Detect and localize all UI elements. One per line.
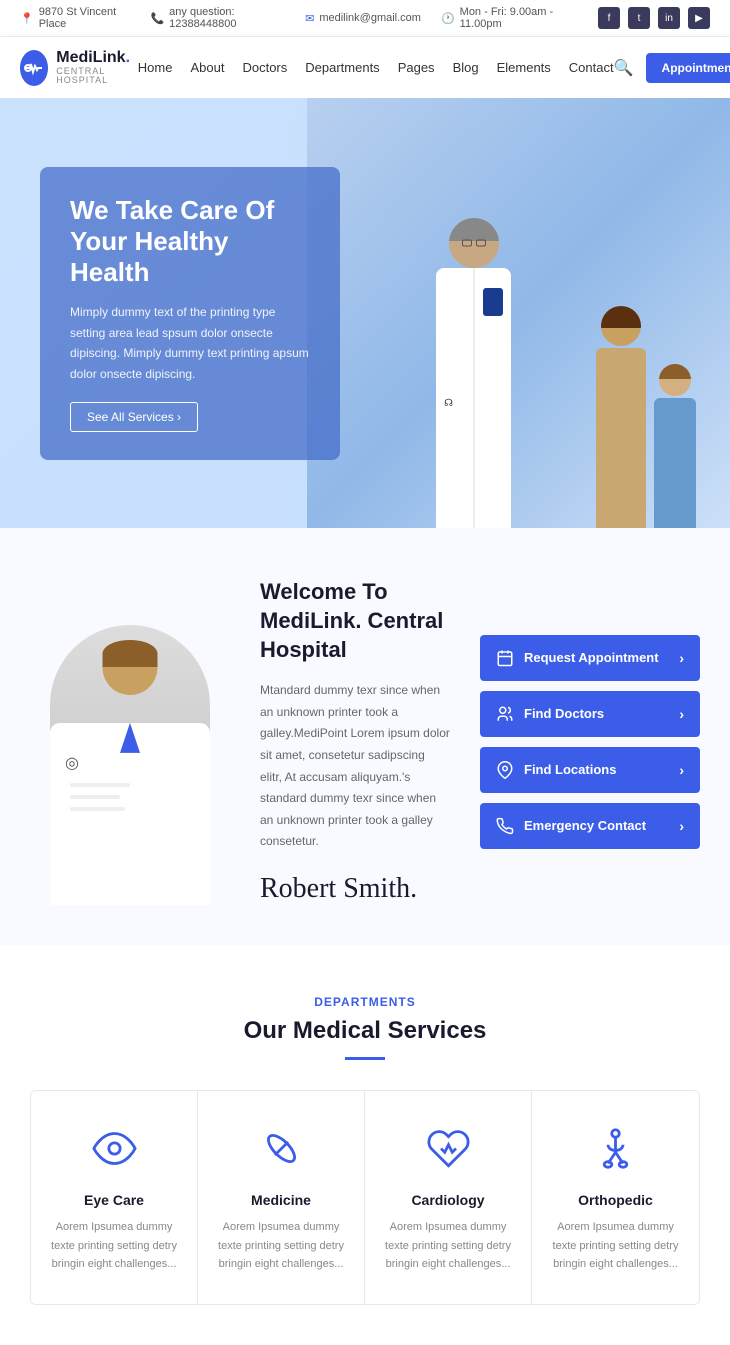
phone-text: any question: 12388448800 (169, 6, 285, 30)
logo: MediLink. CENTRAL HOSPITAL (20, 49, 138, 86)
service-eye-care: Eye Care Aorem Ipsumea dummy texte print… (31, 1091, 198, 1304)
linkedin-icon[interactable]: in (658, 7, 680, 29)
service-orthopedic: Orthopedic Aorem Ipsumea dummy texte pri… (532, 1091, 699, 1304)
chevron-right-icon: › (679, 818, 684, 834)
hero-doc-head (449, 218, 499, 268)
orthopedic-icon (588, 1121, 643, 1176)
nav-departments[interactable]: Departments (305, 60, 379, 75)
nav-elements[interactable]: Elements (497, 60, 551, 75)
appointment-button[interactable]: Appointment (646, 53, 730, 83)
cardiology-desc: Aorem Ipsumea dummy texte printing setti… (385, 1218, 511, 1274)
hero-doctor-figure: ☊ (434, 218, 514, 528)
hero-description: Mimply dummy text of the printing type s… (70, 302, 310, 384)
see-all-services-button[interactable]: See All Services › (70, 402, 198, 432)
location-icon: 📍 (20, 12, 34, 25)
nav-actions: 🔍 Appointment (614, 53, 730, 83)
nav-pages[interactable]: Pages (398, 60, 435, 75)
doctor-figure-inner: ◎ (50, 625, 210, 905)
cardiology-icon (421, 1121, 476, 1176)
people-icon (496, 705, 514, 723)
brand-name: MediLink. (56, 49, 138, 67)
service-medicine: Medicine Aorem Ipsumea dummy texte print… (198, 1091, 365, 1304)
pin-icon (496, 761, 514, 779)
request-appointment-button[interactable]: Request Appointment › (480, 635, 700, 681)
service-cardiology: Cardiology Aorem Ipsumea dummy texte pri… (365, 1091, 532, 1304)
navbar: MediLink. CENTRAL HOSPITAL Home About Do… (0, 37, 730, 98)
orthopedic-title: Orthopedic (552, 1192, 679, 1208)
welcome-description: Mtandard dummy texr since when an unknow… (260, 680, 450, 853)
nav-contact[interactable]: Contact (569, 60, 614, 75)
doctor-figure: ◎ (50, 625, 210, 905)
medicine-desc: Aorem Ipsumea dummy texte printing setti… (218, 1218, 344, 1274)
hero-box: We Take Care Of Your Healthy Health Mimp… (40, 167, 340, 460)
title-divider (345, 1057, 385, 1060)
welcome-image-col: ◎ (30, 578, 230, 905)
phone-item: 📞 any question: 12388448800 (150, 6, 285, 30)
phone-icon (496, 817, 514, 835)
find-locations-button[interactable]: Find Locations › (480, 747, 700, 793)
adult-figure (596, 306, 646, 528)
email-text: medilink@gmail.com (319, 12, 421, 24)
welcome-title: Welcome To MediLink. Central Hospital (260, 578, 450, 664)
adult-head (601, 306, 641, 346)
hero-content: We Take Care Of Your Healthy Health Mimp… (0, 127, 380, 500)
youtube-icon[interactable]: ▶ (688, 7, 710, 29)
child-body (654, 398, 696, 528)
nav-about[interactable]: About (190, 60, 224, 75)
nav-home[interactable]: Home (138, 60, 173, 75)
signature: Robert Smith. (260, 873, 450, 905)
logo-icon (20, 50, 48, 86)
hero-title: We Take Care Of Your Healthy Health (70, 195, 310, 289)
child-figure (654, 364, 696, 528)
stethoscope-icon: ◎ (65, 753, 79, 773)
email-icon: ✉ (305, 12, 314, 25)
child-head (659, 364, 691, 396)
hours-item: 🕐 Mon - Fri: 9.00am - 11.00pm (441, 6, 578, 30)
nav-blog[interactable]: Blog (453, 60, 479, 75)
hours-text: Mon - Fri: 9.00am - 11.00pm (460, 6, 578, 30)
clock-icon: 🕐 (441, 12, 455, 25)
doc2-coat: ◎ (50, 723, 210, 905)
find-doctors-button[interactable]: Find Doctors › (480, 691, 700, 737)
search-button[interactable]: 🔍 (614, 58, 634, 78)
chevron-right-icon: › (679, 650, 684, 666)
chevron-right-icon: › (679, 706, 684, 722)
welcome-section: ◎ Welcome To MediLink. Central Hospital … (0, 528, 730, 945)
nav-doctors[interactable]: Doctors (242, 60, 287, 75)
orthopedic-desc: Aorem Ipsumea dummy texte printing setti… (552, 1218, 679, 1274)
hero-section: ☊ We Take Ca (0, 98, 730, 528)
departments-title: Our Medical Services (30, 1017, 700, 1045)
address-text: 9870 St Vincent Place (39, 6, 131, 30)
medicine-title: Medicine (218, 1192, 344, 1208)
action-buttons-col: Request Appointment › Find Doctors › (480, 578, 700, 905)
eye-care-title: Eye Care (51, 1192, 177, 1208)
services-grid: Eye Care Aorem Ipsumea dummy texte print… (30, 1090, 700, 1305)
calendar-icon (496, 649, 514, 667)
brand-sub: CENTRAL HOSPITAL (56, 67, 138, 87)
hero-doc-body: ☊ (436, 268, 511, 528)
emergency-contact-button[interactable]: Emergency Contact › (480, 803, 700, 849)
top-bar: 📍 9870 St Vincent Place 📞 any question: … (0, 0, 730, 37)
phone-icon: 📞 (150, 12, 164, 25)
twitter-icon[interactable]: t (628, 7, 650, 29)
departments-label: Departments (30, 995, 700, 1009)
facebook-icon[interactable]: f (598, 7, 620, 29)
cardiology-title: Cardiology (385, 1192, 511, 1208)
welcome-text-col: Welcome To MediLink. Central Hospital Mt… (230, 578, 480, 905)
eye-care-icon (87, 1121, 142, 1176)
address-item: 📍 9870 St Vincent Place (20, 6, 130, 30)
hero-family-figure (596, 306, 696, 528)
chevron-right-icon: › (679, 762, 684, 778)
medicine-icon (254, 1121, 309, 1176)
social-links[interactable]: f t in ▶ (598, 7, 710, 29)
eye-care-desc: Aorem Ipsumea dummy texte printing setti… (51, 1218, 177, 1274)
email-item: ✉ medilink@gmail.com (305, 12, 421, 25)
adult-body (596, 348, 646, 528)
doc2-head (103, 640, 158, 695)
departments-section: Departments Our Medical Services Eye Car… (0, 945, 730, 1345)
nav-links: Home About Doctors Departments Pages Blo… (138, 59, 614, 77)
logo-text: MediLink. CENTRAL HOSPITAL (56, 49, 138, 86)
